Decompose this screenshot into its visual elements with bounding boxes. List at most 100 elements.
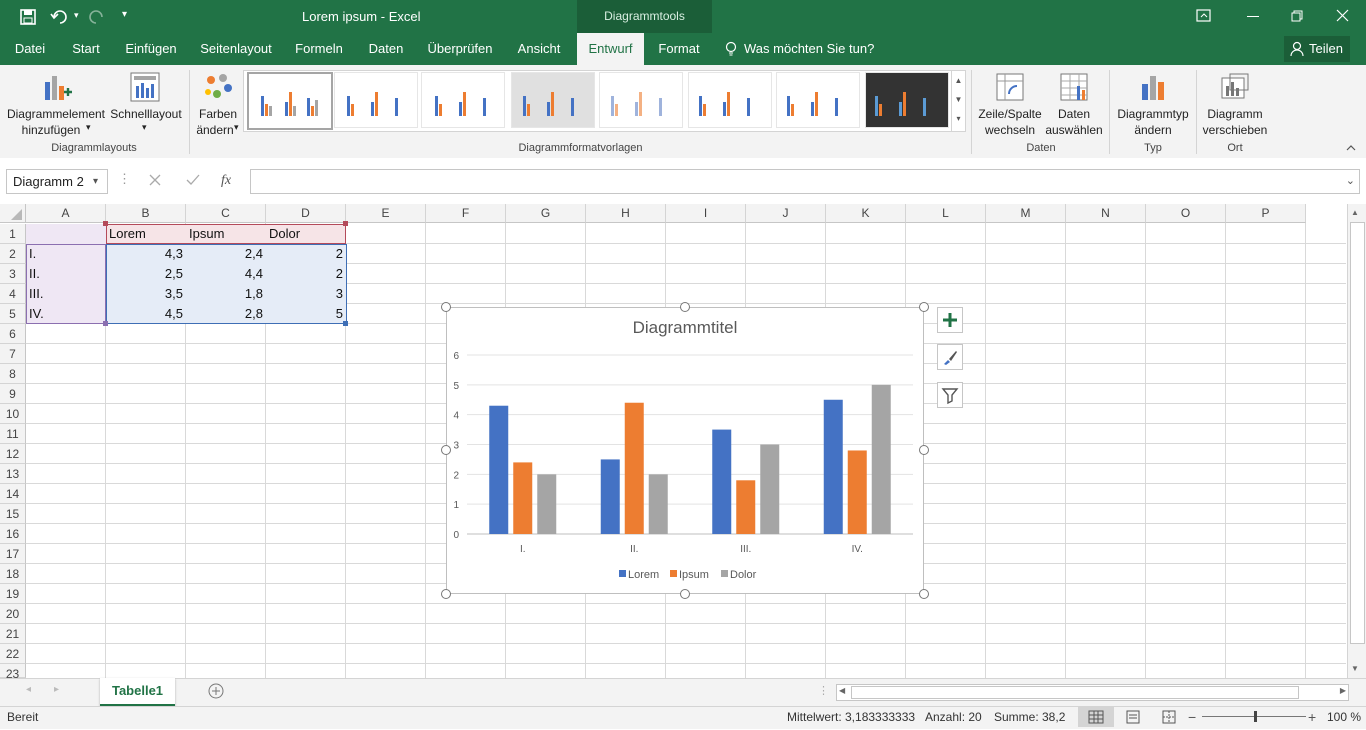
- share-button[interactable]: Teilen: [1284, 36, 1350, 62]
- resize-handle[interactable]: [680, 589, 690, 599]
- tab-ueberpruefen[interactable]: Überprüfen: [422, 33, 498, 65]
- column-header-H[interactable]: H: [586, 204, 666, 223]
- row-header-15[interactable]: 15: [0, 504, 26, 524]
- column-header-K[interactable]: K: [826, 204, 906, 223]
- change-colors-button[interactable]: Farben ändern ▾: [192, 70, 244, 140]
- change-chart-type-button[interactable]: Diagrammtyp ändern: [1112, 70, 1194, 140]
- row-header-7[interactable]: 7: [0, 344, 26, 364]
- row-header-17[interactable]: 17: [0, 544, 26, 564]
- row-header-20[interactable]: 20: [0, 604, 26, 624]
- page-break-view-button[interactable]: [1160, 707, 1178, 727]
- move-chart-button[interactable]: Diagramm verschieben: [1198, 70, 1272, 140]
- horizontal-scroll-thumb[interactable]: [851, 686, 1299, 699]
- scroll-left-icon[interactable]: ◀: [839, 686, 845, 695]
- column-header-D[interactable]: D: [266, 204, 346, 223]
- cell-C4[interactable]: 1,8: [186, 284, 266, 304]
- column-header-G[interactable]: G: [506, 204, 586, 223]
- column-header-M[interactable]: M: [986, 204, 1066, 223]
- row-header-22[interactable]: 22: [0, 644, 26, 664]
- cancel-icon[interactable]: [148, 173, 162, 187]
- undo-icon[interactable]: [50, 8, 72, 26]
- cell-A2[interactable]: I.: [26, 244, 106, 264]
- resize-handle[interactable]: [680, 302, 690, 312]
- row-header-4[interactable]: 4: [0, 284, 26, 304]
- row-header-18[interactable]: 18: [0, 564, 26, 584]
- cell-C2[interactable]: 2,4: [186, 244, 266, 264]
- horizontal-scrollbar[interactable]: ◀ ▶: [836, 684, 1349, 701]
- enter-icon[interactable]: [185, 173, 201, 187]
- scroll-down-icon[interactable]: ▼: [1351, 664, 1359, 673]
- vertical-scrollbar[interactable]: ▲ ▼: [1347, 204, 1366, 678]
- resize-handle[interactable]: [919, 589, 929, 599]
- cell-B4[interactable]: 3,5: [106, 284, 186, 304]
- column-header-J[interactable]: J: [746, 204, 826, 223]
- cell-C5[interactable]: 2,8: [186, 304, 266, 324]
- tab-start[interactable]: Start: [64, 33, 108, 65]
- tab-ansicht[interactable]: Ansicht: [508, 33, 570, 65]
- cell-B2[interactable]: 4,3: [106, 244, 186, 264]
- vertical-scroll-thumb[interactable]: [1350, 222, 1365, 644]
- chart-elements-button[interactable]: [937, 307, 963, 333]
- ribbon-display-options-icon[interactable]: [1196, 9, 1212, 23]
- restore-icon[interactable]: [1291, 10, 1303, 22]
- tab-seitenlayout[interactable]: Seitenlayout: [194, 33, 278, 65]
- insert-function-icon[interactable]: fx: [221, 169, 231, 192]
- cell-A5[interactable]: IV.: [26, 304, 106, 324]
- tab-datei[interactable]: Datei: [8, 33, 52, 65]
- row-header-10[interactable]: 10: [0, 404, 26, 424]
- column-header-P[interactable]: P: [1226, 204, 1306, 223]
- column-header-O[interactable]: O: [1146, 204, 1226, 223]
- row-header-1[interactable]: 1: [0, 224, 26, 244]
- zoom-in-button[interactable]: +: [1308, 706, 1316, 728]
- row-header-11[interactable]: 11: [0, 424, 26, 444]
- tab-format[interactable]: Format: [648, 33, 710, 65]
- tab-einfuegen[interactable]: Einfügen: [118, 33, 184, 65]
- row-header-23[interactable]: 23: [0, 664, 26, 681]
- gallery-scroll[interactable]: ▲ ▼ ▾: [951, 70, 966, 132]
- add-sheet-icon[interactable]: [208, 683, 224, 699]
- cell-A4[interactable]: III.: [26, 284, 106, 304]
- switch-row-column-button[interactable]: Zeile/Spalte wechseln: [974, 70, 1046, 140]
- tab-entwurf[interactable]: Entwurf: [577, 33, 644, 65]
- cell-A3[interactable]: II.: [26, 264, 106, 284]
- scroll-right-icon[interactable]: ▶: [1340, 686, 1346, 695]
- row-header-9[interactable]: 9: [0, 384, 26, 404]
- column-header-I[interactable]: I: [666, 204, 746, 223]
- cell-D1[interactable]: Dolor: [266, 224, 346, 244]
- zoom-level[interactable]: 100 %: [1327, 706, 1361, 728]
- row-header-6[interactable]: 6: [0, 324, 26, 344]
- row-header-16[interactable]: 16: [0, 524, 26, 544]
- resize-handle[interactable]: [441, 445, 451, 455]
- column-header-N[interactable]: N: [1066, 204, 1146, 223]
- zoom-out-button[interactable]: −: [1188, 706, 1196, 728]
- row-header-12[interactable]: 12: [0, 444, 26, 464]
- select-all-corner[interactable]: [0, 204, 26, 223]
- name-box[interactable]: Diagramm 2 ▾: [6, 169, 108, 194]
- column-header-C[interactable]: C: [186, 204, 266, 223]
- row-header-3[interactable]: 3: [0, 264, 26, 284]
- tab-daten[interactable]: Daten: [360, 33, 412, 65]
- chart-styles-button[interactable]: [937, 344, 963, 370]
- formula-input[interactable]: ⌄: [250, 169, 1360, 194]
- resize-handle[interactable]: [919, 445, 929, 455]
- row-header-13[interactable]: 13: [0, 464, 26, 484]
- column-header-L[interactable]: L: [906, 204, 986, 223]
- scroll-sheets-right-icon[interactable]: ▸: [54, 684, 59, 695]
- redo-icon[interactable]: [86, 8, 108, 26]
- add-chart-element-button[interactable]: Diagrammelement hinzufügen ▾: [4, 70, 108, 140]
- row-header-19[interactable]: 19: [0, 584, 26, 604]
- cell-C1[interactable]: Ipsum: [186, 224, 266, 244]
- cell-B5[interactable]: 4,5: [106, 304, 186, 324]
- column-header-E[interactable]: E: [346, 204, 426, 223]
- chart-filters-button[interactable]: [937, 382, 963, 408]
- quick-layout-button[interactable]: Schnelllayout ▾: [108, 70, 184, 140]
- chart-area[interactable]: Diagrammtitel 0 1 2 3 4 5 6 I. II. III. IV. Lorem Ip…: [446, 307, 924, 594]
- tab-formeln[interactable]: Formeln: [288, 33, 350, 65]
- cell-D4[interactable]: 3: [266, 284, 346, 304]
- cell-C3[interactable]: 4,4: [186, 264, 266, 284]
- cell-D5[interactable]: 5: [266, 304, 346, 324]
- row-header-2[interactable]: 2: [0, 244, 26, 264]
- save-icon[interactable]: [20, 9, 36, 25]
- row-header-21[interactable]: 21: [0, 624, 26, 644]
- zoom-slider-thumb[interactable]: [1254, 711, 1257, 722]
